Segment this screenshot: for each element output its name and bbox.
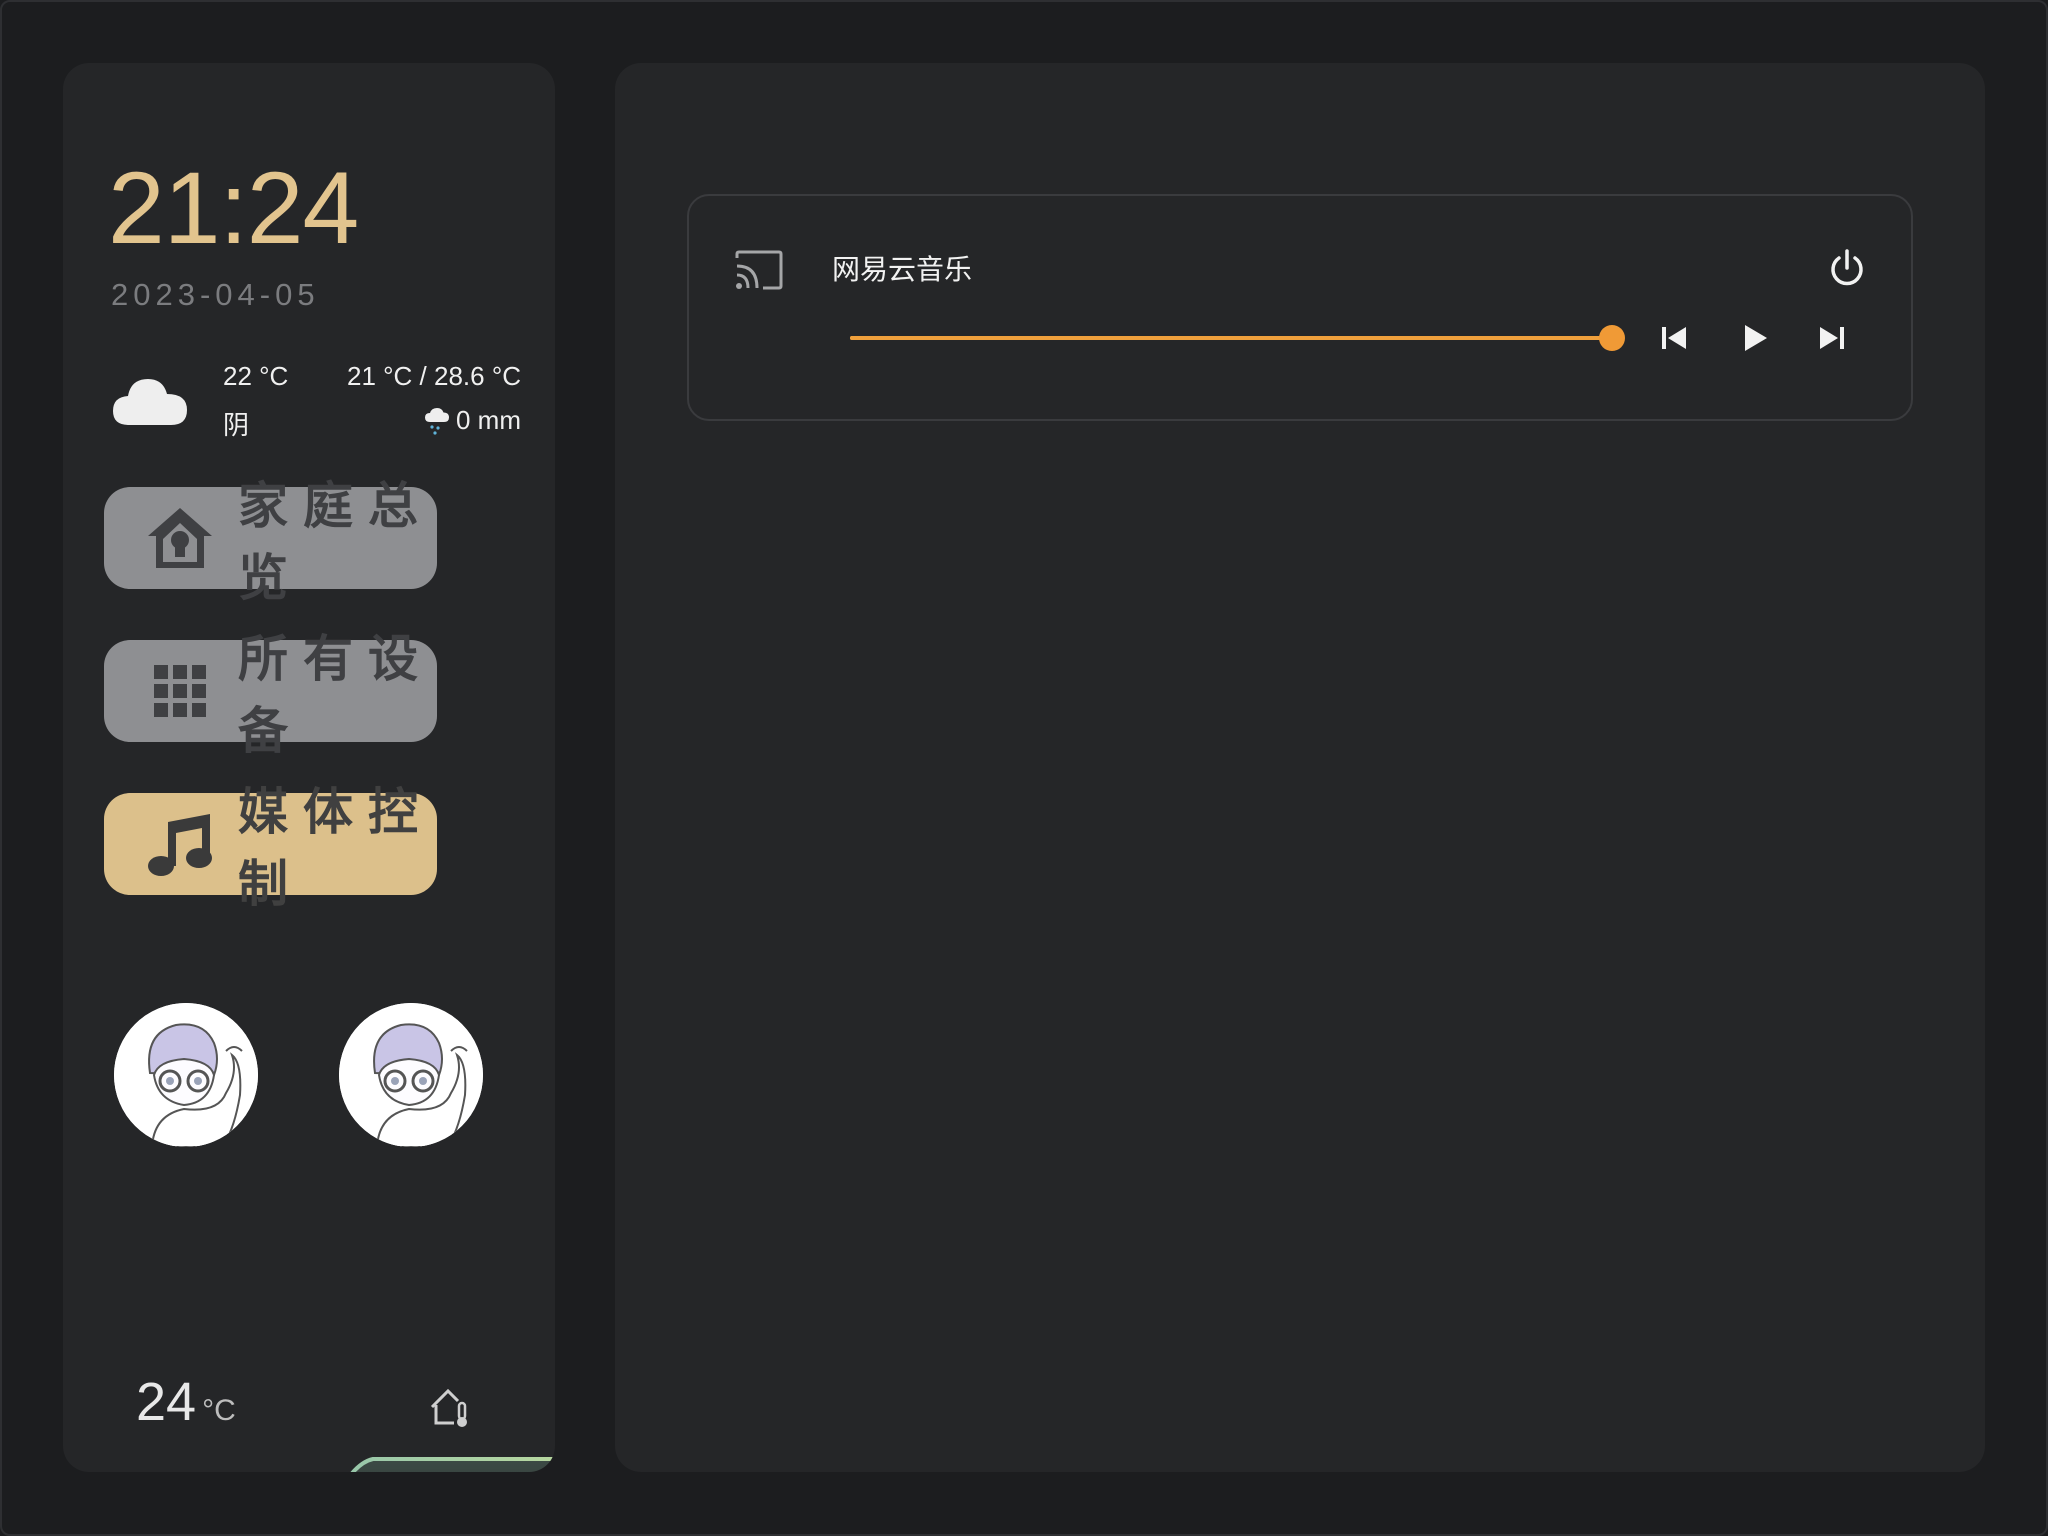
room-temperature[interactable]: 24 °C — [136, 1371, 236, 1433]
precipitation-value: 0 mm — [456, 405, 521, 435]
room-temperature-unit: °C — [202, 1394, 236, 1427]
cloud-icon — [113, 379, 187, 425]
home-thermometer-icon — [430, 1388, 467, 1427]
weather-temperature: 22 °C — [223, 361, 289, 391]
nav-home-overview-button[interactable]: 家庭总览 — [104, 477, 437, 607]
weather-widget[interactable]: 22 °C 21 °C / 28.6 °C 阴 0 mm — [111, 359, 521, 449]
temperature-history-sparkline — [350, 1457, 555, 1472]
power-icon[interactable] — [1827, 248, 1867, 288]
previous-track-icon[interactable] — [1654, 318, 1694, 358]
cast-icon[interactable] — [735, 250, 783, 290]
nav-all-devices-button[interactable]: 所有设备 — [104, 630, 437, 760]
volume-slider-fill — [850, 336, 1612, 340]
rain-cloud-icon — [425, 407, 449, 435]
clock-time: 21:24 — [108, 151, 359, 265]
play-icon[interactable] — [1734, 318, 1774, 358]
sidebar: 21:24 2023-04-05 22 °C 21 °C / 28.6 °C 阴… — [63, 63, 555, 1472]
nav-media-control-button[interactable]: 媒体控制 — [104, 783, 437, 913]
media-player-name: 网易云音乐 — [832, 253, 973, 286]
media-player-card: 网易云音乐 — [687, 194, 1913, 421]
weather-temperature-range: 21 °C / 28.6 °C — [347, 361, 521, 391]
apps-grid-icon — [154, 665, 206, 717]
avatar-illustration — [114, 1003, 258, 1147]
weather-condition: 阴 — [223, 411, 250, 441]
next-track-icon[interactable] — [1812, 318, 1852, 358]
user-avatar[interactable] — [114, 1003, 258, 1147]
clock-date: 2023-04-05 — [111, 277, 320, 312]
nav-media-control-label: 媒体控制 — [238, 783, 433, 913]
nav-home-overview-label: 家庭总览 — [238, 477, 433, 607]
user-avatar[interactable] — [339, 1003, 483, 1147]
music-note-icon — [148, 814, 212, 876]
weather-precipitation: 0 mm — [424, 405, 521, 436]
home-lightbulb-icon — [148, 508, 212, 568]
avatar-illustration — [339, 1003, 483, 1147]
room-temperature-value: 24 — [136, 1372, 197, 1432]
volume-slider[interactable] — [850, 324, 1625, 352]
main-panel: 网易云音乐 — [615, 63, 1985, 1472]
volume-slider-thumb[interactable] — [1599, 325, 1625, 351]
nav-all-devices-label: 所有设备 — [238, 630, 433, 760]
